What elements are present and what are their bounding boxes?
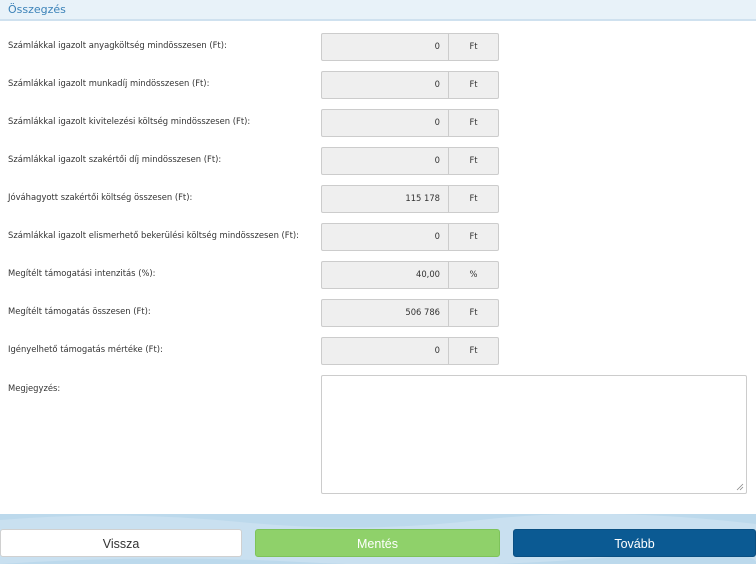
back-button[interactable]: Vissza bbox=[0, 529, 242, 557]
unit-text: Ft bbox=[469, 231, 478, 241]
summary-row-construction-cost: Számlákkal igazolt kivitelezési költség … bbox=[0, 109, 756, 137]
construction-cost-field[interactable]: 0 bbox=[321, 109, 449, 137]
unit-addon: Ft bbox=[448, 223, 499, 251]
material-cost-field[interactable]: 0 bbox=[321, 33, 449, 61]
summary-row-eligible-cost: Számlákkal igazolt elismerhető bekerülés… bbox=[0, 223, 756, 251]
labor-cost-field[interactable]: 0 bbox=[321, 71, 449, 99]
unit-text: Ft bbox=[469, 155, 478, 165]
row-label: Jóváhagyott szakértői költség összesen (… bbox=[8, 192, 193, 202]
unit-addon: Ft bbox=[448, 109, 499, 137]
unit-addon: % bbox=[448, 261, 499, 289]
support-intensity-field[interactable]: 40,00 bbox=[321, 261, 449, 289]
unit-addon: Ft bbox=[448, 33, 499, 61]
unit-text: Ft bbox=[469, 79, 478, 89]
expert-fee-field[interactable]: 0 bbox=[321, 147, 449, 175]
row-label: Megítélt támogatási intenzitás (%): bbox=[8, 268, 156, 278]
field-value: 40,00 bbox=[416, 269, 440, 279]
field-value: 115 178 bbox=[405, 193, 440, 203]
row-label: Igényelhető támogatás mértéke (Ft): bbox=[8, 344, 163, 354]
unit-text: Ft bbox=[469, 345, 478, 355]
notes-textarea[interactable] bbox=[321, 375, 747, 494]
summary-row-claimable-support: Igényelhető támogatás mértéke (Ft): 0 Ft bbox=[0, 337, 756, 365]
field-value: 0 bbox=[434, 117, 440, 127]
unit-text: Ft bbox=[469, 41, 478, 51]
unit-addon: Ft bbox=[448, 299, 499, 327]
save-button[interactable]: Mentés bbox=[255, 529, 500, 557]
claimable-support-field[interactable]: 0 bbox=[321, 337, 449, 365]
field-value: 0 bbox=[434, 79, 440, 89]
row-label: Számlákkal igazolt szakértői díj mindöss… bbox=[8, 154, 222, 164]
summary-row-support-intensity: Megítélt támogatási intenzitás (%): 40,0… bbox=[0, 261, 756, 289]
footer-bar: Vissza Mentés Tovább bbox=[0, 514, 756, 564]
summary-row-approved-expert-cost: Jóváhagyott szakértői költség összesen (… bbox=[0, 185, 756, 213]
row-label: Számlákkal igazolt elismerhető bekerülés… bbox=[8, 230, 299, 240]
section-header: Összegzés bbox=[0, 0, 756, 21]
total-support-field[interactable]: 506 786 bbox=[321, 299, 449, 327]
field-value: 0 bbox=[434, 41, 440, 51]
row-label: Számlákkal igazolt anyagköltség mindössz… bbox=[8, 40, 227, 50]
field-value: 0 bbox=[434, 345, 440, 355]
field-value: 0 bbox=[434, 231, 440, 241]
next-button[interactable]: Tovább bbox=[513, 529, 756, 557]
field-value: 0 bbox=[434, 155, 440, 165]
approved-expert-cost-field[interactable]: 115 178 bbox=[321, 185, 449, 213]
row-label: Megítélt támogatás összesen (Ft): bbox=[8, 306, 151, 316]
unit-addon: Ft bbox=[448, 71, 499, 99]
row-label: Számlákkal igazolt munkadíj mindösszesen… bbox=[8, 78, 210, 88]
unit-text: % bbox=[469, 269, 478, 279]
section-title: Összegzés bbox=[8, 3, 66, 16]
row-label: Számlákkal igazolt kivitelezési költség … bbox=[8, 116, 251, 126]
unit-addon: Ft bbox=[448, 185, 499, 213]
unit-text: Ft bbox=[469, 193, 478, 203]
summary-row-material-cost: Számlákkal igazolt anyagköltség mindössz… bbox=[0, 33, 756, 61]
unit-text: Ft bbox=[469, 117, 478, 127]
unit-text: Ft bbox=[469, 307, 478, 317]
eligible-cost-field[interactable]: 0 bbox=[321, 223, 449, 251]
summary-row-expert-fee: Számlákkal igazolt szakértői díj mindöss… bbox=[0, 147, 756, 175]
notes-label: Megjegyzés: bbox=[8, 383, 61, 393]
summary-row-total-support: Megítélt támogatás összesen (Ft): 506 78… bbox=[0, 299, 756, 327]
resize-grip-icon[interactable] bbox=[736, 483, 744, 491]
unit-addon: Ft bbox=[448, 147, 499, 175]
summary-row-labor-cost: Számlákkal igazolt munkadíj mindösszesen… bbox=[0, 71, 756, 99]
field-value: 506 786 bbox=[405, 307, 440, 317]
unit-addon: Ft bbox=[448, 337, 499, 365]
